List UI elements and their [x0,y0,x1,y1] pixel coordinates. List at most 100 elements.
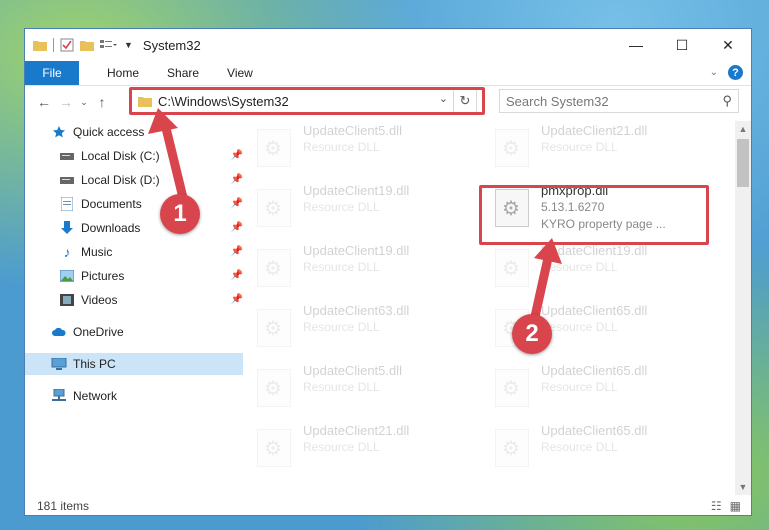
sidebar-item-label: Documents [81,197,142,211]
dll-file-icon [495,369,529,407]
explorer-window: ▼ System32 — ☐ ✕ File Home Share View ⌄ … [24,28,752,516]
sidebar-item-label: Network [73,389,118,403]
window-controls: — ☐ ✕ [613,29,751,61]
dll-file-icon [257,129,291,167]
scroll-down-icon[interactable]: ▼ [735,479,751,495]
scrollbar-thumb[interactable] [737,139,749,187]
dll-file-icon [257,429,291,467]
new-folder-icon[interactable] [80,39,94,51]
file-name: UpdateClient21.dll [303,423,410,438]
dll-file-icon [257,369,291,407]
tiles-view-icon[interactable]: ▦ [730,499,741,513]
file-description: Resource DLL [303,200,380,214]
file-description: Resource DLL [541,260,618,274]
sidebar-item-label: This PC [73,357,116,371]
chevron-down-icon[interactable]: ▼ [124,40,133,50]
close-button[interactable]: ✕ [705,29,751,61]
status-bar: 181 items ☷ ▦ [25,495,751,515]
navigation-pane: Quick access Local Disk (C:) 📌 Local Dis… [25,121,243,493]
file-name: UpdateClient5.dll [303,363,403,378]
file-name: UpdateClient19.dll [303,243,410,258]
scroll-up-icon[interactable]: ▲ [735,121,751,137]
address-highlight-box [129,87,485,115]
quick-access-toolbar: ▼ [25,38,133,52]
back-arrow-icon[interactable]: ← [33,94,55,110]
toolbar-separator [53,38,54,52]
file-description: Resource DLL [541,320,618,334]
item-count: 181 items [37,499,90,513]
sidebar-item-documents[interactable]: Documents 📌 [25,193,251,215]
file-description: Resource DLL [541,140,618,154]
properties-icon[interactable] [60,38,74,52]
dll-file-icon [495,429,529,467]
file-name: UpdateClient63.dll [303,303,410,318]
sidebar-item-videos[interactable]: Videos 📌 [25,289,251,311]
folder-icon [33,41,47,51]
file-item[interactable]: UpdateClient21.dll Resource DLL [245,421,471,471]
search-input[interactable]: Search System32 ⚲ [499,89,739,113]
maximize-button[interactable]: ☐ [659,29,705,61]
vertical-scrollbar[interactable]: ▲ ▼ [735,121,751,495]
sidebar-item-downloads[interactable]: Downloads 📌 [25,217,251,239]
ribbon-tabs: File Home Share View ⌄ ? [25,61,751,86]
videos-icon [59,292,75,308]
up-arrow-icon[interactable]: ↑ [91,94,113,110]
file-highlight-box [479,185,709,245]
network-icon [51,388,67,404]
sidebar-item-quick-access[interactable]: Quick access [25,121,243,143]
sidebar-item-label: Downloads [81,221,141,235]
file-item[interactable]: UpdateClient19.dll Resource DLL [245,181,471,231]
sidebar-item-label: Local Disk (D:) [81,173,160,187]
sidebar-item-network[interactable]: Network [25,385,243,407]
sidebar-item-local-disk-c[interactable]: Local Disk (C:) 📌 [25,145,251,167]
ribbon-right-controls: ⌄ ? [710,65,743,80]
sidebar-item-label: OneDrive [73,325,124,339]
view-toggle: ☷ ▦ [711,499,741,513]
file-item[interactable]: UpdateClient19.dll Resource DLL [245,241,471,291]
expand-ribbon-icon[interactable]: ⌄ [710,67,718,78]
music-icon: ♪ [63,244,71,260]
drive-icon [59,148,75,164]
file-name: UpdateClient65.dll [541,423,648,438]
file-item[interactable]: UpdateClient19.dll Resource DLL [483,241,709,291]
tab-share[interactable]: Share [153,66,213,80]
file-name: UpdateClient5.dll [303,123,403,138]
sidebar-item-onedrive[interactable]: OneDrive [25,321,243,343]
sidebar-item-music[interactable]: ♪ Music 📌 [25,241,251,263]
file-item[interactable]: UpdateClient21.dll Resource DLL [483,121,709,171]
file-item[interactable]: UpdateClient63.dll Resource DLL [245,301,471,351]
file-item[interactable]: UpdateClient5.dll Resource DLL [245,361,471,411]
customize-toolbar-icon[interactable] [100,39,118,51]
details-view-icon[interactable]: ☷ [711,499,722,513]
dll-file-icon [257,249,291,287]
sidebar-item-label: Music [81,245,113,259]
file-item[interactable]: UpdateClient65.dll Resource DLL [483,421,709,471]
file-description: Resource DLL [541,380,618,394]
recent-locations-icon[interactable]: ⌄ [77,97,91,108]
dll-file-icon [257,309,291,347]
file-list: UpdateClient5.dll Resource DLL UpdateCli… [233,121,735,493]
computer-icon [51,356,67,372]
search-icon: ⚲ [722,93,732,108]
tab-view[interactable]: View [213,66,267,80]
file-description: Resource DLL [303,260,380,274]
forward-arrow-icon[interactable]: → [55,94,77,110]
help-icon[interactable]: ? [728,65,743,80]
tab-file[interactable]: File [25,61,79,85]
file-name: UpdateClient65.dll [541,303,648,318]
minimize-button[interactable]: — [613,29,659,61]
sidebar-item-label: Pictures [81,269,125,283]
sidebar-item-local-disk-d[interactable]: Local Disk (D:) 📌 [25,169,251,191]
sidebar-item-label: Local Disk (C:) [81,149,160,163]
dll-file-icon [495,129,529,167]
sidebar-item-this-pc[interactable]: This PC [25,353,243,375]
sidebar-item-pictures[interactable]: Pictures 📌 [25,265,251,287]
file-item[interactable]: UpdateClient65.dll Resource DLL [483,361,709,411]
file-item[interactable]: UpdateClient5.dll Resource DLL [245,121,471,171]
cloud-icon [51,324,67,340]
callout-two-badge: 2 [512,314,552,354]
file-description: Resource DLL [303,440,380,454]
tab-home[interactable]: Home [93,66,153,80]
file-name: UpdateClient19.dll [541,243,648,258]
sidebar-item-label: Videos [81,293,118,307]
